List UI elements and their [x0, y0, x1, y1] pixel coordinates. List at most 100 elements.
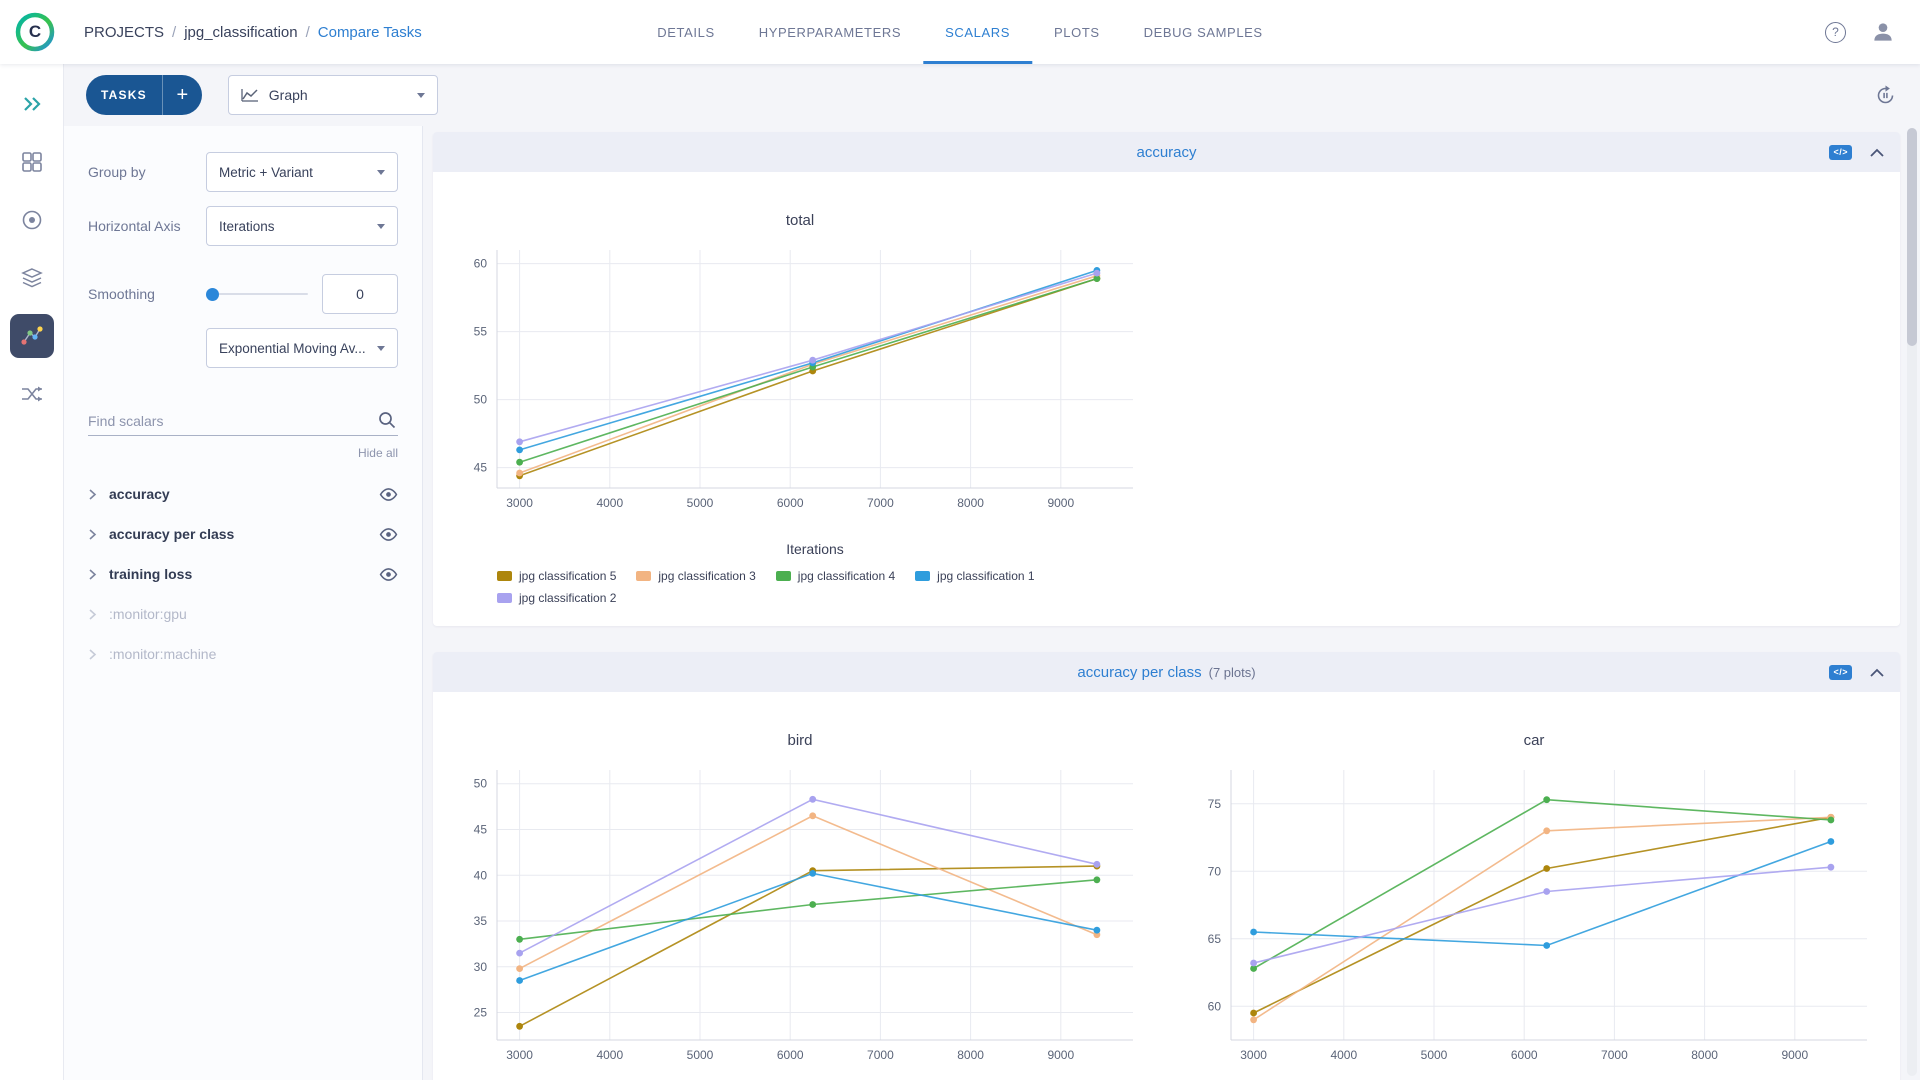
- rail-item-workers[interactable]: [10, 198, 54, 242]
- chart-title: bird: [787, 732, 813, 749]
- logo-letter: C: [28, 22, 42, 41]
- rail-item-pipelines[interactable]: [10, 372, 54, 416]
- sidebar-item-accuracy-per-class[interactable]: accuracy per class: [88, 514, 398, 554]
- chart-bird: bird 3000 4000 5000 6000 7000 8000 9000 25 30 35 40…: [433, 692, 1167, 1080]
- smoothing-slider[interactable]: [206, 287, 308, 301]
- sidebar-item-training-loss[interactable]: training loss: [88, 554, 398, 594]
- search-input[interactable]: [88, 406, 398, 436]
- horizontal-axis-select[interactable]: Iterations: [206, 206, 398, 246]
- chevron-right-icon[interactable]: [88, 528, 100, 540]
- eye-icon[interactable]: [379, 487, 398, 501]
- smoothing-type-select[interactable]: Exponential Moving Av...: [206, 328, 398, 368]
- chart-total: total 3000 4000 5000 6000 7000 8000 9000 45 50 55 6…: [433, 172, 1167, 623]
- slider-knob[interactable]: [206, 288, 219, 301]
- chevron-down-icon: [377, 223, 385, 229]
- legend-item-jpg-classification-3[interactable]: jpg classification 3: [636, 569, 756, 583]
- svg-text:3000: 3000: [506, 1048, 533, 1062]
- svg-text:45: 45: [474, 823, 488, 837]
- section-header: accuracy per class (7 plots) </>: [433, 652, 1900, 692]
- tab-debug-samples[interactable]: DEBUG SAMPLES: [1122, 0, 1285, 64]
- legend-item-jpg-classification-4[interactable]: jpg classification 4: [775, 569, 895, 583]
- section-accuracy-per-class: accuracy per class (7 plots) </> bird 3000 40…: [433, 652, 1900, 1080]
- svg-text:3000: 3000: [506, 496, 533, 510]
- svg-text:65: 65: [1208, 932, 1222, 946]
- sidebar-item-monitor-machine[interactable]: :monitor:machine: [88, 634, 398, 674]
- horizontal-axis-label: Horizontal Axis: [88, 218, 181, 234]
- svg-text:8000: 8000: [957, 1048, 984, 1062]
- svg-text:4000: 4000: [1330, 1048, 1357, 1062]
- scalars-settings-panel: Group by Metric + Variant Horizontal Axi…: [64, 126, 423, 1080]
- breadcrumb-item-jpg-classification[interactable]: jpg_classification: [184, 24, 297, 41]
- help-icon[interactable]: ?: [1825, 21, 1846, 43]
- svg-text:55: 55: [474, 325, 488, 339]
- chart-title: total: [785, 212, 815, 229]
- rail-item-dashboard[interactable]: [10, 140, 54, 184]
- legend-item-jpg-classification-2[interactable]: jpg classification 2: [497, 591, 616, 605]
- section-body: total 3000 4000 5000 6000 7000 8000 9000 45 50 55 6…: [433, 172, 1900, 626]
- tab-scalars[interactable]: SCALARS: [923, 0, 1033, 64]
- chart-plot-area[interactable]: 3000 4000 5000 6000 7000 8000 9000 45 50 55 60: [433, 234, 1167, 539]
- section-title[interactable]: accuracy per class: [1077, 664, 1201, 681]
- collapse-chevron-icon[interactable]: [1870, 668, 1884, 677]
- horizontal-axis-row: Horizontal Axis Iterations: [88, 206, 398, 246]
- legend-label: jpg classification 3: [658, 569, 756, 583]
- breadcrumb-item-compare-tasks[interactable]: Compare Tasks: [318, 24, 422, 41]
- tab-details[interactable]: DETAILS: [635, 0, 736, 64]
- rail-item-experiments-active[interactable]: [9, 314, 54, 358]
- rail-item-getting-started[interactable]: [10, 82, 54, 126]
- svg-text:3000: 3000: [1240, 1048, 1267, 1062]
- chevron-right-icon[interactable]: [88, 488, 100, 500]
- tasks-button[interactable]: TASKS: [86, 75, 162, 115]
- svg-text:5000: 5000: [1421, 1048, 1448, 1062]
- hide-all-button[interactable]: Hide all: [88, 446, 398, 460]
- svg-text:5000: 5000: [687, 496, 714, 510]
- scrollbar-thumb[interactable]: [1907, 128, 1917, 346]
- add-task-button[interactable]: +: [161, 75, 202, 115]
- chart-plot-area[interactable]: 3000 4000 5000 6000 7000 8000 9000 25 30 35 40 45 50: [433, 754, 1167, 1080]
- chevron-down-icon: [377, 345, 385, 351]
- breadcrumb-item-projects[interactable]: PROJECTS: [84, 24, 164, 41]
- legend-swatch: [636, 571, 652, 581]
- sidebar-item-accuracy[interactable]: accuracy: [88, 474, 398, 514]
- svg-text:8000: 8000: [957, 496, 984, 510]
- auto-refresh-toggle[interactable]: [1875, 84, 1896, 106]
- eye-icon[interactable]: [379, 527, 398, 541]
- rail-item-datasets[interactable]: [10, 256, 54, 300]
- svg-text:9000: 9000: [1781, 1048, 1808, 1062]
- search-icon[interactable]: [378, 411, 396, 429]
- scalar-item-label: :monitor:gpu: [109, 606, 187, 622]
- smoothing-label: Smoothing: [88, 286, 155, 302]
- sidebar-item-monitor-gpu[interactable]: :monitor:gpu: [88, 594, 398, 634]
- chevron-right-icon[interactable]: [88, 568, 100, 580]
- group-by-select[interactable]: Metric + Variant: [206, 152, 398, 192]
- section-body: bird 3000 4000 5000 6000 7000 8000 9000 25 30 35 40…: [433, 692, 1900, 1080]
- tab-bar: DETAILS HYPERPARAMETERS SCALARS PLOTS DEBUG …: [635, 0, 1284, 64]
- help-glyph: ?: [1832, 25, 1839, 39]
- embed-code-icon[interactable]: </>: [1829, 664, 1852, 680]
- collapse-chevron-icon[interactable]: [1870, 148, 1884, 157]
- legend-label: jpg classification 1: [937, 569, 1035, 583]
- section-title[interactable]: accuracy: [1136, 144, 1196, 161]
- user-avatar[interactable]: [1870, 19, 1896, 45]
- vertical-scrollbar[interactable]: [1907, 128, 1917, 1076]
- eye-icon[interactable]: [379, 567, 398, 581]
- view-type-select[interactable]: Graph: [227, 75, 438, 115]
- embed-code-icon[interactable]: </>: [1829, 144, 1852, 160]
- chevron-right-icon[interactable]: [88, 648, 100, 660]
- legend-item-jpg-classification-1[interactable]: jpg classification 1: [915, 569, 1035, 583]
- chart-plot-area[interactable]: 3000 4000 5000 6000 7000 8000 9000 60 65 70 75: [1167, 754, 1901, 1080]
- svg-text:6000: 6000: [1511, 1048, 1538, 1062]
- chart-car: car300040005000600070008000900060657075I…: [1167, 692, 1901, 1080]
- smoothing-value-input[interactable]: [322, 274, 398, 314]
- tab-hyperparameters[interactable]: HYPERPARAMETERS: [737, 0, 923, 64]
- svg-text:7000: 7000: [867, 1048, 894, 1062]
- line-chart-icon: [241, 89, 258, 102]
- view-type-value: Graph: [268, 87, 308, 103]
- svg-text:4000: 4000: [596, 1048, 623, 1062]
- tab-plots[interactable]: PLOTS: [1032, 0, 1122, 64]
- chevron-right-icon[interactable]: [88, 608, 100, 620]
- legend-item-jpg-classification-5[interactable]: jpg classification 5: [497, 569, 616, 583]
- section-actions: </>: [1829, 664, 1884, 680]
- clearml-logo[interactable]: C: [14, 11, 56, 53]
- svg-text:6000: 6000: [777, 1048, 804, 1062]
